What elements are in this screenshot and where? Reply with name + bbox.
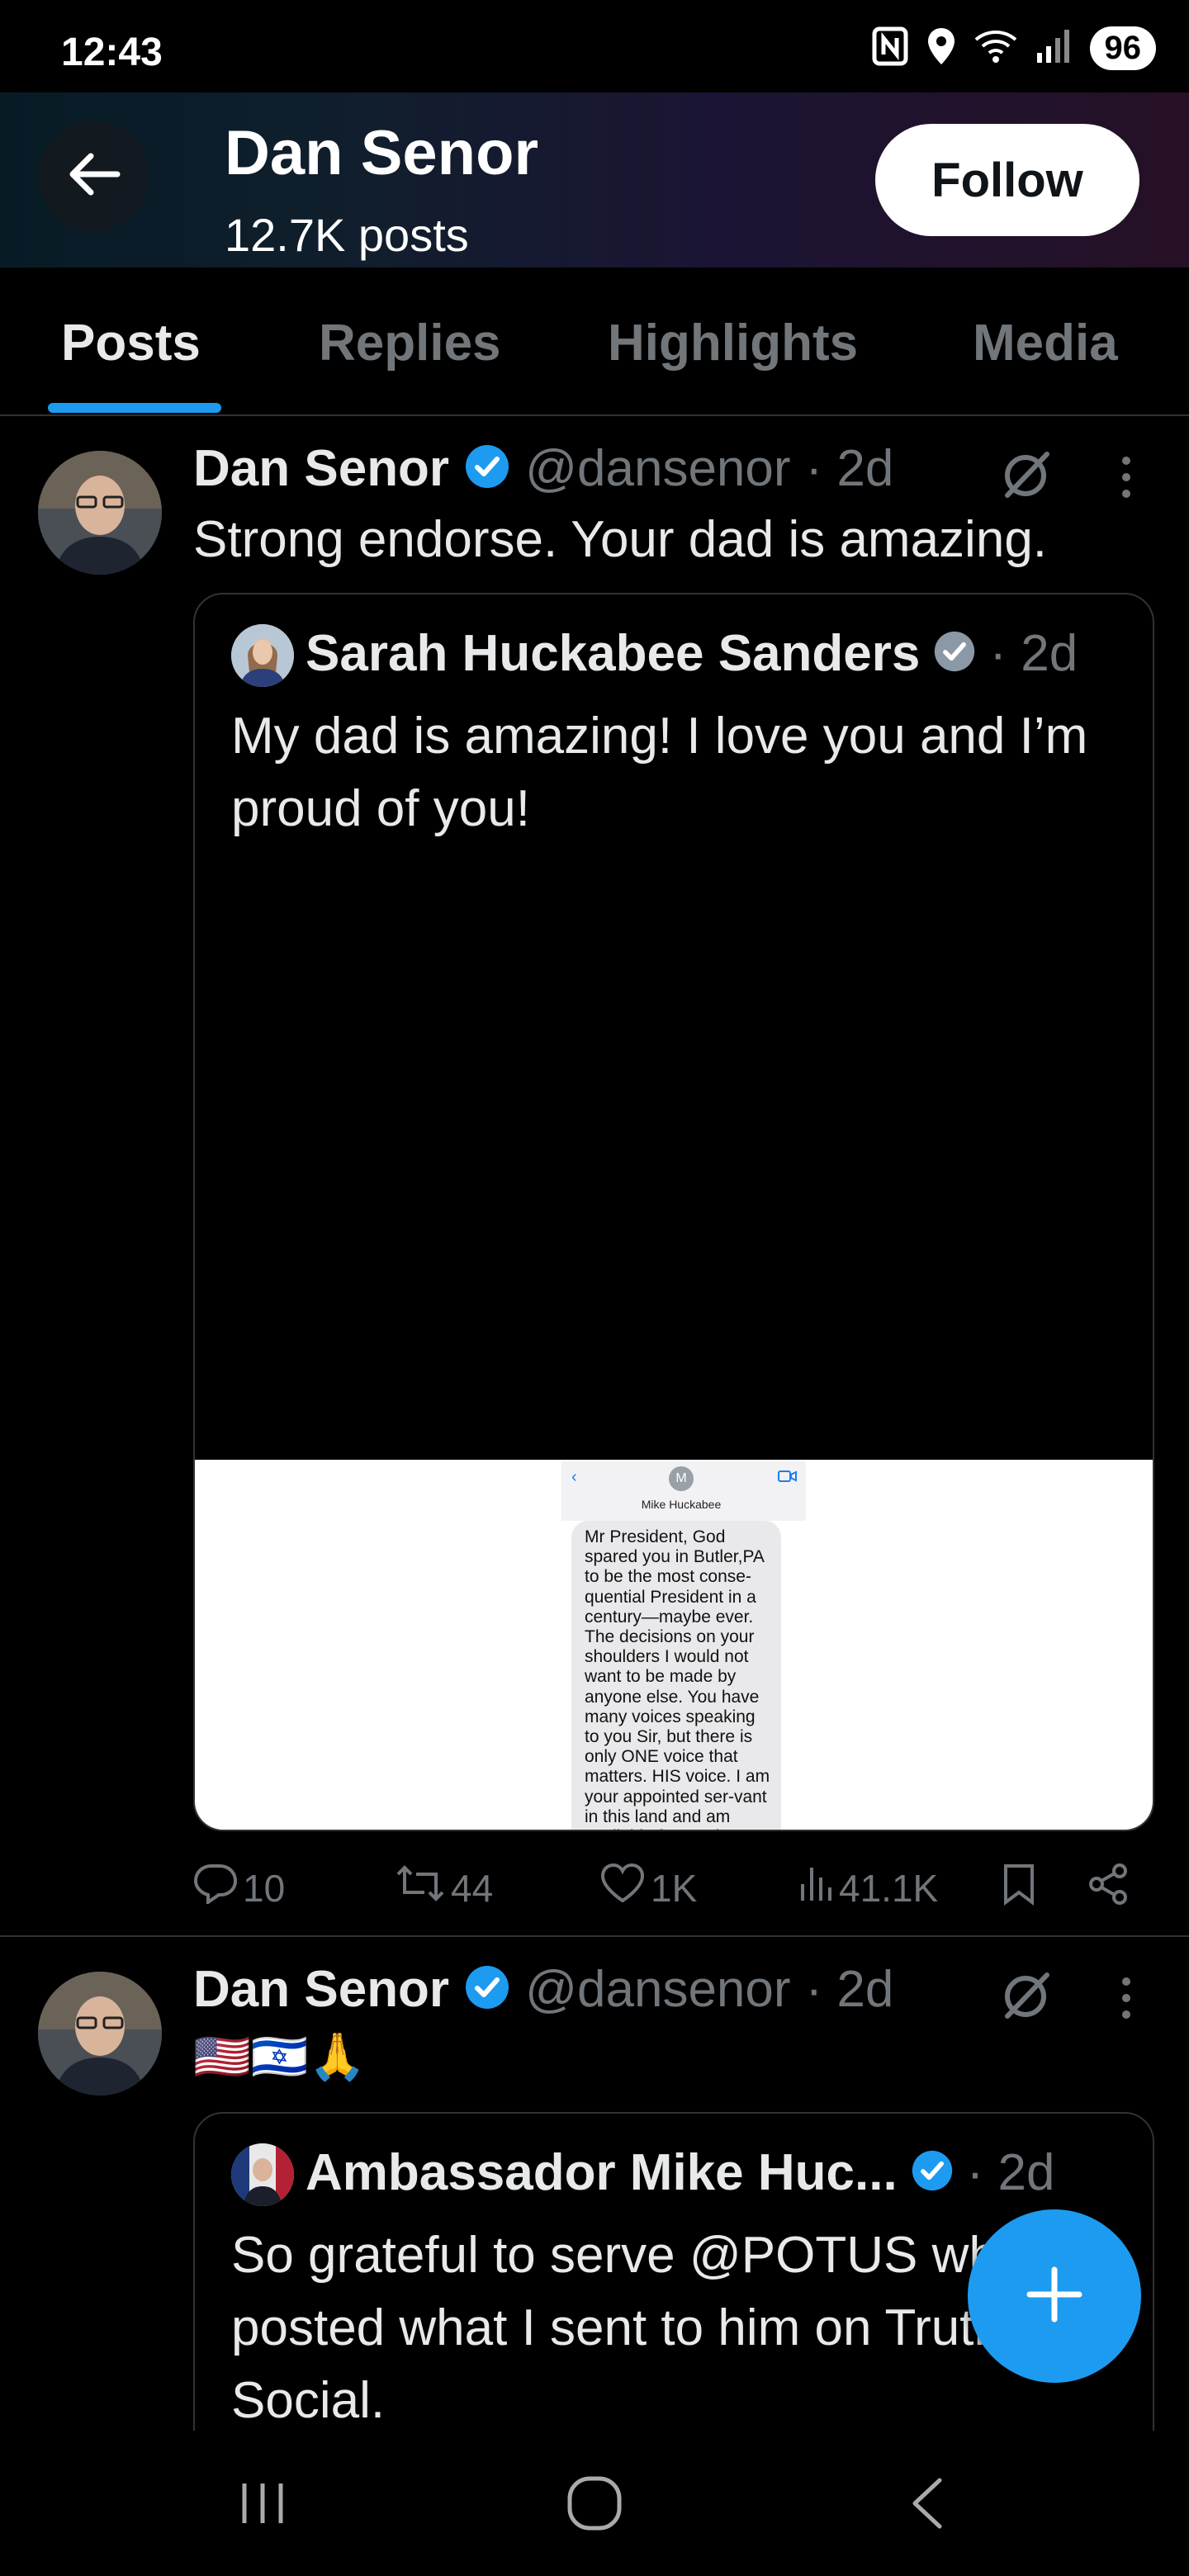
quoted-tweet-text: My dad is amazing! I love you and I’m pr…	[231, 708, 1088, 837]
reply-icon	[193, 1863, 238, 1913]
tab-media[interactable]: Media	[973, 314, 1118, 372]
tweet-header: Dan Senor @dansenor · 2d	[193, 439, 893, 498]
nfc-icon	[872, 26, 908, 70]
header-posts-count: 12.7K posts	[225, 209, 469, 261]
quoted-avatar	[231, 2143, 294, 2206]
quoted-tweet-time: · 2d	[989, 625, 1078, 682]
profile-tabs: Posts Replies Highlights Media	[0, 268, 1189, 416]
battery-indicator: 96	[1089, 26, 1156, 70]
avatar[interactable]	[38, 451, 162, 575]
repost-icon	[395, 1863, 446, 1913]
wifi-icon	[974, 28, 1017, 69]
recents-nav-icon[interactable]	[238, 2479, 287, 2532]
back-button[interactable]	[38, 121, 149, 231]
quoted-tweet[interactable]: Sarah Huckabee Sanders · 2d My dad is am…	[193, 593, 1154, 1831]
header-display-name: Dan Senor	[225, 118, 539, 188]
tweet-time: · 2d	[805, 440, 894, 497]
like-button[interactable]: 1K	[599, 1863, 697, 1913]
message-text: Mr President, God spared you in Butler,P…	[585, 1527, 770, 1830]
quoted-author-name: Sarah Huckabee Sanders	[306, 625, 921, 682]
location-icon	[926, 26, 956, 70]
compose-plus-icon	[1025, 2265, 1084, 2328]
verified-badge-icon	[464, 443, 510, 494]
bookmark-icon[interactable]	[1002, 1863, 1035, 1910]
quoted-tweet-time: · 2d	[966, 2144, 1055, 2201]
status-time: 12:43	[61, 31, 163, 74]
message-back-icon: ‹	[571, 1468, 577, 1486]
views-button[interactable]: 41.1K	[798, 1863, 938, 1913]
author-name[interactable]: Dan Senor	[193, 1960, 449, 2019]
signal-icon	[1035, 28, 1072, 69]
author-name[interactable]: Dan Senor	[193, 439, 449, 498]
status-bar: 12:43 96	[0, 0, 1189, 92]
verified-badge-icon	[464, 1964, 510, 2015]
author-handle[interactable]: @dansenor	[525, 439, 790, 498]
tab-highlights[interactable]: Highlights	[608, 314, 858, 372]
grok-icon[interactable]	[1001, 1970, 1050, 2024]
like-icon	[599, 1863, 646, 1913]
avatar[interactable]	[38, 1972, 162, 2095]
tweet-text: 🇺🇸🇮🇱🙏	[193, 2030, 367, 2084]
message-contact-name: Mike Huckabee	[641, 1498, 722, 1511]
verified-badge-icon	[911, 2149, 954, 2196]
views-count: 41.1K	[839, 1866, 939, 1910]
quoted-image-text-message[interactable]: ‹ M Mike Huckabee Mr President, God spar…	[195, 1460, 1153, 1830]
tab-replies[interactable]: Replies	[319, 314, 501, 372]
tweet-time: · 2d	[805, 1961, 894, 2018]
grok-icon[interactable]	[1001, 449, 1050, 503]
quoted-author-name: Ambassador Mike Huc...	[306, 2144, 898, 2201]
reply-button[interactable]: 10	[193, 1863, 285, 1913]
compose-button[interactable]	[968, 2209, 1141, 2383]
tab-posts[interactable]: Posts	[61, 314, 201, 372]
follow-button[interactable]: Follow	[875, 124, 1139, 236]
tweet-header: Dan Senor @dansenor · 2d	[193, 1960, 893, 2019]
more-vertical-icon[interactable]	[1116, 1975, 1136, 2025]
back-nav-icon[interactable]	[907, 2477, 948, 2534]
message-bubble: Mr President, God spared you in Butler,P…	[571, 1521, 781, 1830]
author-handle[interactable]: @dansenor	[525, 1960, 790, 2019]
video-call-icon	[778, 1470, 798, 1487]
quoted-avatar	[231, 624, 294, 687]
back-arrow-icon	[64, 149, 122, 203]
verified-badge-icon	[933, 630, 976, 677]
repost-button[interactable]: 44	[395, 1863, 493, 1913]
message-contact-avatar: M	[669, 1466, 694, 1491]
system-navigation-bar	[0, 2431, 1189, 2576]
message-contact-header: ‹ M Mike Huckabee	[561, 1461, 806, 1521]
share-icon[interactable]	[1087, 1863, 1130, 1910]
active-tab-indicator	[48, 403, 221, 413]
more-vertical-icon[interactable]	[1116, 454, 1136, 504]
repost-count: 44	[451, 1866, 494, 1910]
status-icons: 96	[872, 26, 1156, 70]
quoted-tweet-text: So grateful to serve @POTUS who posted w…	[231, 2227, 1026, 2429]
profile-header: Dan Senor 12.7K posts Follow	[0, 92, 1189, 268]
tweet[interactable]: Dan Senor @dansenor · 2d Strong endorse.…	[0, 416, 1189, 1935]
reply-count: 10	[243, 1866, 286, 1910]
home-nav-icon[interactable]	[566, 2475, 623, 2536]
like-count: 1K	[651, 1866, 698, 1910]
tweet-text: Strong endorse. Your dad is amazing.	[193, 511, 1048, 568]
quoted-tweet-header: Sarah Huckabee Sanders · 2d	[306, 624, 1078, 683]
views-icon	[798, 1863, 834, 1913]
quoted-tweet-header: Ambassador Mike Huc... · 2d	[306, 2143, 1055, 2202]
